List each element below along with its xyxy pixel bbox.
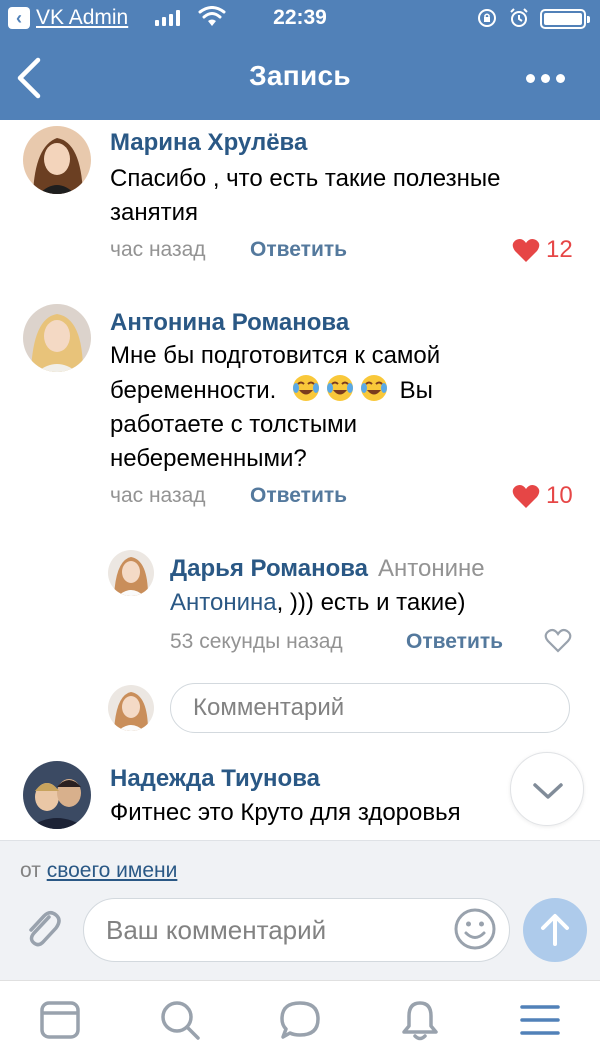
- top-bar: ‹ VK Admin 22:39 Запись: [0, 0, 600, 120]
- emoji-icon[interactable]: [453, 907, 497, 951]
- comment-time: час назад: [110, 484, 206, 507]
- avatar[interactable]: [23, 126, 91, 194]
- status-bar: ‹ VK Admin 22:39: [0, 0, 600, 36]
- post-as-label: от своего имени: [20, 859, 178, 882]
- like-button[interactable]: 10: [512, 482, 573, 510]
- news-icon[interactable]: [38, 998, 82, 1042]
- post-as-link[interactable]: своего имени: [47, 859, 178, 882]
- heart-icon: [512, 484, 540, 508]
- messages-icon[interactable]: [278, 998, 322, 1042]
- comments-list: Марина Хрулёва Спасибо , что есть такие …: [0, 120, 600, 840]
- comment-author[interactable]: Антонина Романова: [110, 309, 349, 337]
- like-count: 12: [546, 236, 573, 263]
- comment-time: 53 секунды назад: [170, 630, 343, 653]
- search-icon[interactable]: [158, 998, 202, 1042]
- tab-bar: [0, 980, 600, 1063]
- comment-text: Спасибо , что есть такие полезные заняти…: [110, 165, 501, 226]
- my-avatar: [108, 685, 154, 731]
- reply-button[interactable]: Ответить: [250, 238, 347, 262]
- avatar[interactable]: [108, 550, 154, 596]
- tears-of-joy-emoji: [291, 375, 400, 404]
- battery-icon: [540, 9, 590, 29]
- send-button[interactable]: [523, 898, 587, 962]
- comment-author[interactable]: Марина Хрулёва: [110, 129, 307, 157]
- notifications-icon[interactable]: [398, 998, 442, 1042]
- comment-author[interactable]: Надежда Тиунова: [110, 765, 320, 793]
- reply-input[interactable]: Комментарий: [170, 683, 570, 733]
- paperclip-icon[interactable]: [22, 906, 62, 950]
- reply-button[interactable]: Ответить: [406, 630, 503, 654]
- like-count: 10: [546, 482, 573, 509]
- nav-bar: Запись: [0, 36, 600, 120]
- like-button[interactable]: 12: [512, 236, 573, 264]
- more-dots-icon[interactable]: [526, 70, 570, 86]
- comment-composer: от своего имени Ваш комментарий: [0, 840, 600, 980]
- mention-link[interactable]: Антонина: [170, 589, 277, 616]
- rotation-lock-icon: [478, 9, 496, 27]
- page-title: Запись: [249, 60, 351, 91]
- chevron-down-icon: [533, 783, 563, 799]
- comment-text: Фитнес это Круто для здоровья: [110, 799, 461, 826]
- scroll-down-button[interactable]: [510, 752, 584, 826]
- comment-text: Мне бы подготовится к самой беременности…: [110, 342, 441, 472]
- reply-to-label: Антонине: [378, 555, 485, 582]
- comment-time: час назад: [110, 238, 206, 261]
- arrow-up-icon: [541, 914, 569, 946]
- comment-text: Антонина, ))) есть и такие): [170, 589, 466, 616]
- avatar[interactable]: [23, 761, 91, 829]
- reply-button[interactable]: Ответить: [250, 484, 347, 508]
- menu-icon[interactable]: [518, 998, 562, 1042]
- heart-outline-icon[interactable]: [544, 628, 572, 653]
- avatar[interactable]: [23, 304, 91, 372]
- comment-author: Дарья Романова Антонине: [170, 555, 485, 582]
- heart-icon: [512, 238, 540, 262]
- alarm-icon: [510, 8, 528, 27]
- comment-input[interactable]: Ваш комментарий: [83, 898, 510, 962]
